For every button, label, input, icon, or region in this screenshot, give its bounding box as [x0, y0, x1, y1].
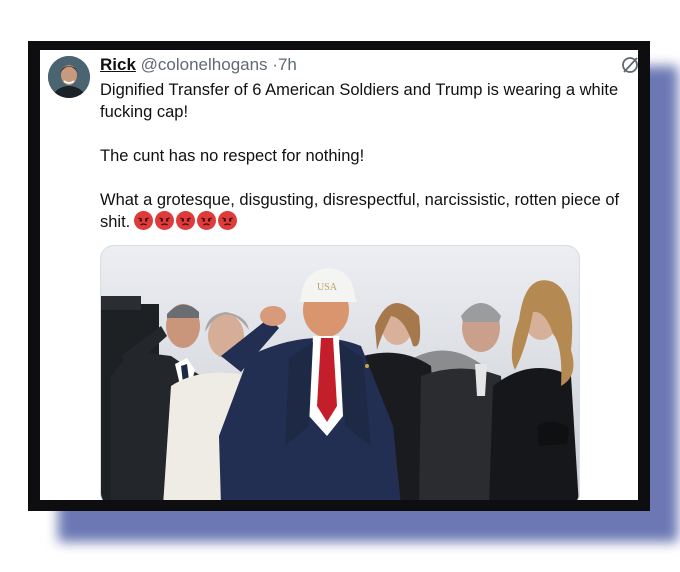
angry-face-icon: [218, 211, 238, 230]
tweet-line: What a grotesque, disgusting, disrespect…: [100, 191, 620, 209]
cap-text: USA: [317, 282, 338, 293]
avatar[interactable]: [48, 56, 90, 98]
angry-face-icon: [197, 211, 217, 230]
angry-face-icon: [176, 211, 196, 230]
tweet-line: Dignified Transfer of 6 American Soldier…: [100, 81, 619, 99]
tweet-header: Rick @colonelhogans ·7h: [100, 55, 297, 75]
tweet-line: The cunt has no respect for nothing!: [100, 147, 365, 165]
tweet-line: shit.: [100, 213, 131, 231]
angry-face-icon: [134, 211, 154, 230]
handle[interactable]: @colonelhogans: [141, 55, 268, 74]
grok-icon[interactable]: [620, 55, 638, 75]
tweet-line: fucking cap!: [100, 103, 189, 121]
tweet-line-last: shit.: [100, 211, 638, 233]
tweet-photo[interactable]: USA: [100, 245, 580, 500]
tweet-card: Rick @colonelhogans ·7h Dignified Transf…: [40, 50, 638, 500]
photo-scene: USA: [101, 246, 579, 500]
emoji-row: [134, 211, 238, 230]
display-name[interactable]: Rick: [100, 55, 136, 74]
angry-face-icon: [155, 211, 175, 230]
tweet-text: Dignified Transfer of 6 American Soldier…: [100, 79, 638, 233]
timestamp[interactable]: 7h: [278, 55, 297, 74]
